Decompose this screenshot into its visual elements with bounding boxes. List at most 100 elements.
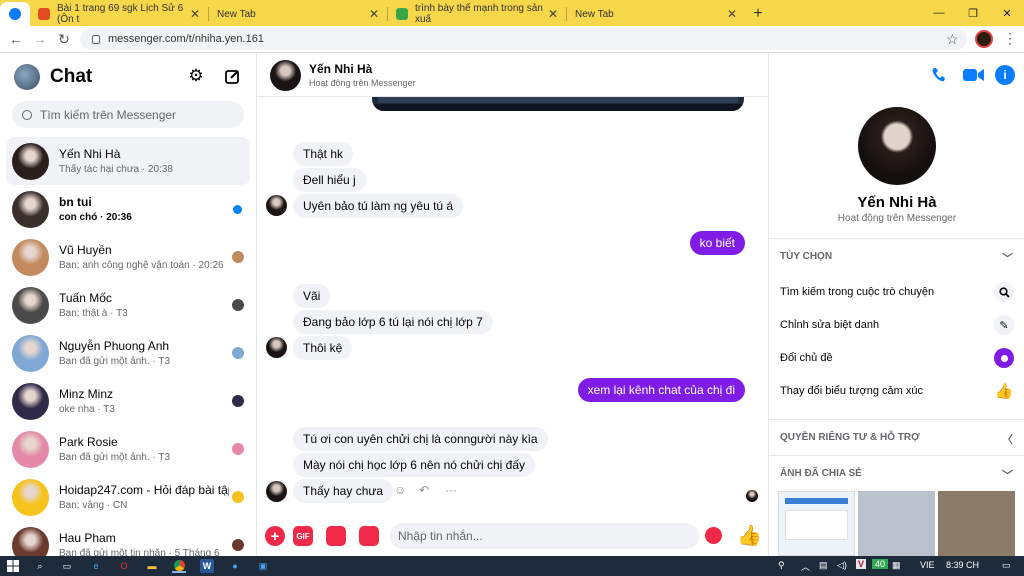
incoming-message[interactable]: Đang bảo lớp 6 tú lại nói chị lớp 7: [293, 310, 493, 334]
chat-sidebar: Chat ⚙ Tìm kiếm trên Messenger Yến Nhi H…: [0, 53, 257, 556]
input-language[interactable]: VIE: [920, 560, 935, 570]
conversation-name: Vũ Huyền: [59, 243, 112, 257]
close-window-icon[interactable]: ✕: [990, 0, 1024, 26]
maximize-icon[interactable]: ❐: [956, 0, 990, 26]
zoom-icon[interactable]: ▣: [256, 559, 270, 573]
conversation-item[interactable]: Park Rosie Bạn đã gửi một ảnh. · T3: [6, 425, 250, 473]
incoming-message[interactable]: Đell hiểu j: [293, 168, 366, 192]
option-change-emoji[interactable]: Thay đổi biểu tượng cảm xúc 👍: [780, 381, 1020, 401]
contact-avatar[interactable]: [270, 60, 301, 91]
sidebar-header: Chat: [14, 61, 92, 93]
conversation-item[interactable]: Vũ Huyền Bạn: anh công nghệ vận toán · 20…: [6, 233, 250, 281]
tab-new-tab[interactable]: New Tab ✕: [209, 2, 387, 26]
shared-image-message[interactable]: [372, 97, 744, 111]
tray-expand-icon[interactable]: ︿: [801, 560, 810, 573]
conversation-name: Tuấn Mốc: [59, 291, 112, 305]
seen-avatar: [232, 443, 244, 455]
privacy-section-header[interactable]: QUYỀN RIÊNG TƯ & HỖ TRỢ 〈: [769, 419, 1024, 455]
contact-profile-photo[interactable]: [858, 107, 936, 185]
volume-icon[interactable]: ◁): [837, 560, 847, 571]
incoming-message[interactable]: Mày nói chị học lớp 6 nên nó chửi chị đấ…: [293, 453, 536, 477]
options-section-header[interactable]: TÙY CHỌN ﹀: [769, 238, 1024, 274]
incoming-message[interactable]: Uyên bảo tú làm ng yêu tú á: [293, 194, 464, 218]
emoji-icon[interactable]: [705, 527, 722, 544]
new-tab-button[interactable]: +: [745, 2, 771, 26]
task-view-icon[interactable]: ▭: [60, 559, 74, 573]
contact-name[interactable]: Yến Nhi Hà: [309, 62, 372, 76]
conversation-info: Park Rosie Bạn đã gửi một ảnh. · T3: [59, 435, 229, 463]
outgoing-message[interactable]: xem lại kênh chat của chị đi: [577, 378, 745, 402]
pencil-icon: ✎: [994, 315, 1014, 335]
tray-app-icon[interactable]: ▦: [892, 560, 901, 571]
user-avatar[interactable]: [14, 64, 40, 90]
conversation-item[interactable]: Yến Nhi Hà Thấy tác hại chưa · 20:38: [6, 137, 250, 185]
messenger-app-icon[interactable]: ●: [228, 559, 242, 573]
people-icon[interactable]: ⚲: [778, 560, 785, 571]
forward-icon[interactable]: →: [28, 27, 52, 51]
conversation-item[interactable]: Minz Minz oke nha · T3: [6, 377, 250, 425]
tab-messenger[interactable]: [0, 2, 30, 26]
close-tab-icon[interactable]: ✕: [369, 7, 379, 21]
notification-icon[interactable]: ▭: [1002, 560, 1011, 571]
edge-icon[interactable]: e: [89, 559, 103, 573]
shared-photo-thumbnail[interactable]: [938, 491, 1015, 556]
network-icon[interactable]: ▤: [819, 560, 828, 571]
chrome-icon[interactable]: [172, 559, 186, 573]
option-edit-nickname[interactable]: Chỉnh sửa biệt danh ✎: [780, 315, 1020, 335]
incoming-message[interactable]: Tú ơi con uyên chửi chị là conngười này …: [293, 427, 548, 451]
tab-the-manh[interactable]: trình bày thế mạnh trong sản xuấ ✕: [388, 2, 566, 26]
shared-photos-section-header[interactable]: ẢNH ĐÃ CHIA SẺ ﹀: [769, 455, 1024, 491]
incoming-message[interactable]: Vãi: [293, 284, 331, 308]
file-explorer-icon[interactable]: ▬: [145, 559, 159, 573]
option-search-in-conversation[interactable]: Tìm kiếm trong cuộc trò chuyện: [780, 282, 1020, 302]
search-icon[interactable]: ⌕: [33, 559, 47, 573]
address-bar[interactable]: messenger.com/t/nhiha.yen.161: [80, 28, 967, 50]
settings-gear-icon[interactable]: ⚙: [183, 63, 209, 89]
close-tab-icon[interactable]: ✕: [727, 7, 737, 21]
reply-icon[interactable]: ↶: [419, 483, 429, 497]
sticker-icon[interactable]: [326, 526, 346, 546]
shared-photo-thumbnail[interactable]: [778, 491, 855, 556]
tab-title: New Tab: [217, 8, 256, 20]
option-change-theme[interactable]: Đổi chủ đề: [780, 348, 1020, 368]
message-input[interactable]: Nhập tin nhắn...: [390, 523, 699, 549]
word-icon[interactable]: W: [200, 559, 214, 573]
tray-badge[interactable]: 40: [872, 559, 889, 569]
opera-icon[interactable]: O: [117, 559, 131, 573]
browser-menu-icon[interactable]: ⋮: [1003, 30, 1017, 47]
windows-start-icon[interactable]: [6, 559, 20, 573]
search-input[interactable]: Tìm kiếm trên Messenger: [12, 101, 244, 128]
tab-new-tab-2[interactable]: New Tab ✕: [567, 2, 745, 26]
conversation-avatar: [12, 430, 49, 468]
thumbs-up-icon[interactable]: 👍: [737, 523, 762, 548]
profile-avatar[interactable]: [975, 30, 993, 48]
bookmark-star-icon[interactable]: ☆: [946, 31, 959, 48]
tab-lich-su[interactable]: Bài 1 trang 69 sgk Lịch Sử 6 (Ôn t ✕: [30, 2, 208, 26]
incoming-message[interactable]: Thôi kệ: [293, 336, 353, 360]
more-options-icon[interactable]: ···: [445, 483, 457, 497]
back-icon[interactable]: ←: [4, 27, 28, 51]
new-message-icon[interactable]: [219, 63, 245, 89]
clock[interactable]: 8:39 CH: [946, 560, 979, 570]
incoming-message[interactable]: Thấy hay chưa: [293, 479, 394, 503]
reload-icon[interactable]: ↻: [52, 27, 76, 51]
conversation-item[interactable]: Nguyễn Phuong Anh Bạn đã gửi một ảnh. · T…: [6, 329, 250, 377]
unikey-icon[interactable]: V: [856, 559, 867, 569]
image-icon[interactable]: [359, 526, 379, 546]
seen-avatar: [232, 251, 244, 263]
seen-avatar: [232, 539, 244, 551]
gif-icon[interactable]: GIF: [293, 526, 313, 546]
conversation-item[interactable]: Hau Pham Bạn đã gửi một tin nhắn · 5 Thán…: [6, 521, 250, 556]
shared-photo-thumbnail[interactable]: [858, 491, 935, 556]
incoming-message[interactable]: Thật hk: [293, 142, 354, 166]
close-tab-icon[interactable]: ✕: [190, 7, 200, 21]
conversation-item[interactable]: Tuấn Mốc Bạn: thật à · T3: [6, 281, 250, 329]
shared-header-label: ẢNH ĐÃ CHIA SẺ: [780, 468, 862, 479]
outgoing-message[interactable]: ko biết: [689, 231, 745, 255]
react-icon[interactable]: ☺: [394, 483, 406, 497]
conversation-item[interactable]: bn tui con chó · 20:36: [6, 185, 250, 233]
close-tab-icon[interactable]: ✕: [548, 7, 558, 21]
conversation-item[interactable]: Hoidap247.com - Hỏi đáp bài tập Bạn: vâng…: [6, 473, 250, 521]
plus-icon[interactable]: +: [265, 526, 285, 546]
minimize-icon[interactable]: —: [922, 0, 956, 26]
